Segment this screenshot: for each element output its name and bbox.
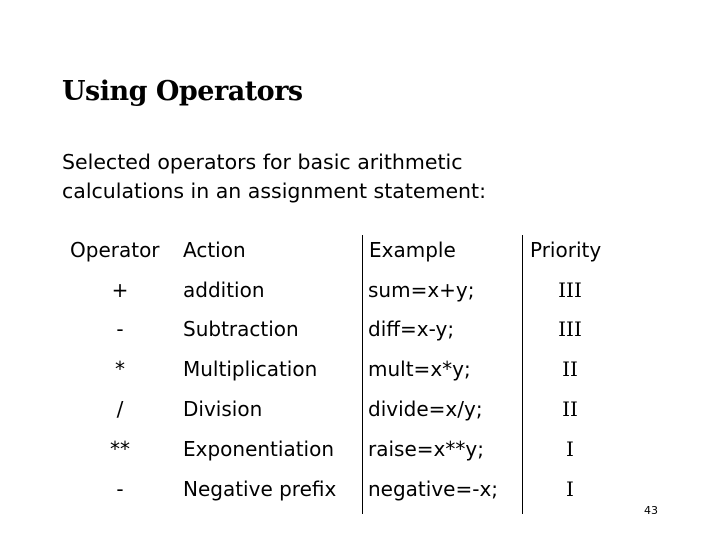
operators-table: Operator Action Example Priority + additi… xyxy=(0,0,720,540)
row-operator: + xyxy=(111,278,129,302)
row-action: Exponentiation xyxy=(183,437,335,461)
row-example: sum=x+y; xyxy=(368,278,475,302)
column-divider xyxy=(362,235,363,514)
row-priority: II xyxy=(562,397,578,421)
header-priority: Priority xyxy=(530,238,602,262)
row-operator: - xyxy=(116,477,124,501)
row-example: divide=x/y; xyxy=(368,397,483,421)
row-priority: I xyxy=(566,437,574,461)
page-number: 43 xyxy=(644,504,658,517)
row-operator: / xyxy=(116,397,124,421)
header-example: Example xyxy=(369,238,456,262)
row-priority: II xyxy=(562,357,578,381)
row-example: mult=x*y; xyxy=(368,357,471,381)
row-action: addition xyxy=(183,278,265,302)
row-operator: * xyxy=(115,357,125,381)
row-action: Multiplication xyxy=(183,357,318,381)
row-action: Negative prefix xyxy=(183,477,337,501)
row-operator: ** xyxy=(110,437,130,461)
row-example: negative=-x; xyxy=(368,477,499,501)
row-action: Subtraction xyxy=(183,317,299,341)
row-action: Division xyxy=(183,397,263,421)
header-action: Action xyxy=(183,238,246,262)
column-divider xyxy=(522,235,523,514)
row-priority: I xyxy=(566,477,574,501)
header-operator: Operator xyxy=(70,238,160,262)
row-priority: III xyxy=(558,278,582,302)
row-example: raise=x**y; xyxy=(368,437,484,461)
row-operator: - xyxy=(116,317,124,341)
row-priority: III xyxy=(558,317,582,341)
row-example: diff=x-y; xyxy=(368,317,455,341)
